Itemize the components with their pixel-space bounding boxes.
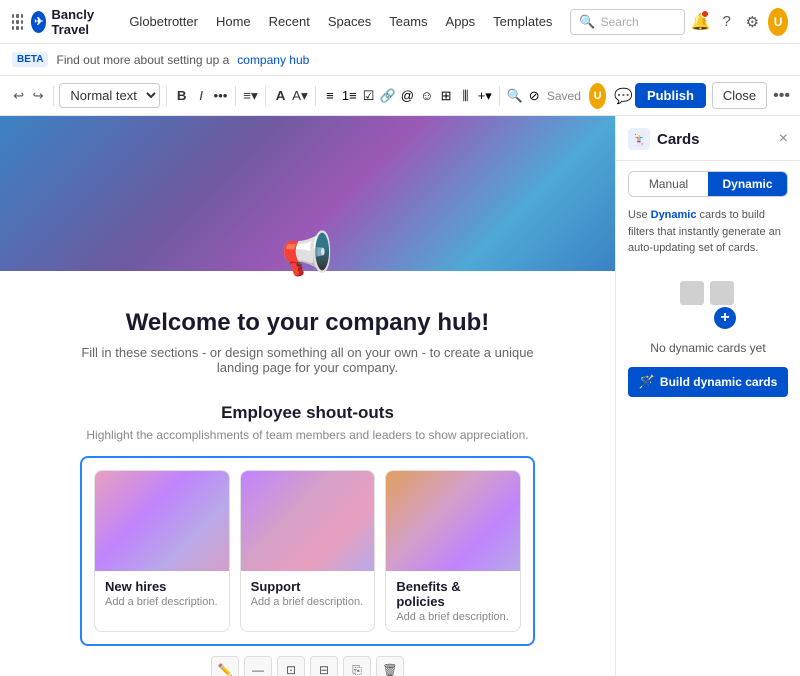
card-desc: Add a brief description. — [105, 596, 219, 608]
beta-bar: BETA Find out more about setting up a co… — [0, 44, 800, 76]
card-thumbnail-3 — [386, 471, 520, 571]
card-info: Benefits & policies Add a brief descript… — [386, 571, 520, 631]
manual-toggle[interactable]: Manual — [629, 172, 708, 196]
welcome-subtitle: Fill in these sections - or design somet… — [80, 345, 535, 375]
insert-more-button[interactable]: +▾ — [476, 83, 493, 109]
right-panel: 🃏 Cards × Manual Dynamic Use Dynamic car… — [615, 116, 800, 676]
panel-description: Use Dynamic cards to build filters that … — [616, 197, 800, 265]
shoutouts-subtitle: Highlight the accomplishments of team me… — [80, 428, 535, 442]
beta-text: Find out more about setting up a — [56, 53, 229, 67]
redo-button[interactable]: ↪ — [29, 83, 46, 109]
editor-toolbar: ↩ ↪ Normal text B I ••• ≡▾ A A▾ ≡ 1≡ ☑ 🔗… — [0, 76, 800, 116]
text-color-button[interactable]: A — [272, 83, 289, 109]
card-name: Benefits & policies — [396, 579, 510, 609]
card-edit-button[interactable]: ✏️ — [211, 656, 239, 676]
grid-menu[interactable] — [12, 14, 23, 30]
card-thumbnail-2 — [241, 471, 375, 571]
nav-spaces[interactable]: Spaces — [322, 10, 377, 33]
cards-grid: New hires Add a brief description. Suppo… — [94, 470, 521, 632]
nav-templates[interactable]: Templates — [487, 10, 558, 33]
text-style-select[interactable]: Normal text — [59, 83, 160, 108]
slash-button[interactable]: ⊘ — [526, 83, 543, 109]
card-style-button[interactable]: — — [244, 656, 272, 676]
editor-area: 📢 Welcome to your company hub! Fill in t… — [0, 116, 615, 676]
avatar[interactable]: U — [768, 8, 788, 36]
card-name: New hires — [105, 579, 219, 594]
notification-icon[interactable]: 🔔 — [691, 8, 711, 36]
no-cards-area: + No dynamic cards yet 🪄 Build dynamic c… — [616, 265, 800, 413]
top-nav: ✈ Bancly Travel Globetrotter Home Recent… — [0, 0, 800, 44]
card-grid-button[interactable]: ⊟ — [310, 656, 338, 676]
shoutouts-title: Employee shout-outs — [80, 403, 535, 423]
saved-label: Saved — [547, 89, 581, 103]
overflow-button[interactable]: ••• — [773, 87, 790, 105]
card-name: Support — [251, 579, 365, 594]
page-content: Welcome to your company hub! Fill in the… — [0, 271, 615, 676]
search-icon: 🔍 — [579, 14, 595, 30]
close-button[interactable]: Close — [712, 82, 767, 109]
publish-button[interactable]: Publish — [635, 83, 706, 108]
hero-section: 📢 — [0, 116, 615, 271]
help-icon[interactable]: ? — [717, 8, 737, 36]
dynamic-toggle[interactable]: Dynamic — [708, 172, 787, 196]
beta-badge: BETA — [12, 52, 48, 67]
main-layout: 📢 Welcome to your company hub! Fill in t… — [0, 116, 800, 676]
column-button[interactable]: ⫼ — [457, 83, 474, 109]
company-hub-link[interactable]: company hub — [237, 53, 309, 67]
hero-icon: 📢 — [281, 230, 333, 279]
nav-apps[interactable]: Apps — [440, 10, 482, 33]
undo-button[interactable]: ↩ — [10, 83, 27, 109]
bold-button[interactable]: B — [173, 83, 190, 109]
panel-icon: 🃏 — [628, 128, 650, 150]
logo[interactable]: ✈ Bancly Travel — [31, 7, 109, 37]
panel-desc-highlight: Dynamic — [651, 209, 697, 221]
no-cards-icon: + — [680, 281, 736, 329]
nav-home[interactable]: Home — [210, 10, 257, 33]
italic-button[interactable]: I — [192, 83, 209, 109]
card-info: New hires Add a brief description. — [95, 571, 229, 616]
panel-close-button[interactable]: × — [779, 131, 788, 147]
panel-title: Cards — [657, 131, 700, 148]
no-cards-text: No dynamic cards yet — [650, 341, 765, 355]
mention-button[interactable]: @ — [399, 83, 416, 109]
welcome-title: Welcome to your company hub! — [80, 309, 535, 337]
add-icon: + — [714, 307, 736, 329]
card-item[interactable]: New hires Add a brief description. — [94, 470, 230, 632]
card-delete-button[interactable]: 🗑 — [376, 656, 404, 676]
numbered-list-button[interactable]: 1≡ — [341, 83, 358, 109]
nav-globetrotter[interactable]: Globetrotter — [123, 10, 204, 33]
cards-container: New hires Add a brief description. Suppo… — [80, 456, 535, 646]
more-format-button[interactable]: ••• — [212, 83, 229, 109]
card-thumbnail-1 — [95, 471, 229, 571]
build-btn-label: Build dynamic cards — [660, 375, 777, 389]
wand-icon: 🪄 — [639, 374, 655, 390]
card-action-toolbar: ✏️ — ⊡ ⊟ ⎘ 🗑 — [80, 656, 535, 676]
card-copy-button[interactable]: ⎘ — [343, 656, 371, 676]
card-info: Support Add a brief description. — [241, 571, 375, 616]
build-dynamic-cards-button[interactable]: 🪄 Build dynamic cards — [628, 367, 788, 397]
search-placeholder: Search — [601, 15, 639, 29]
align-button[interactable]: ≡▾ — [242, 83, 259, 109]
card-desc: Add a brief description. — [396, 611, 510, 623]
table-button[interactable]: ⊞ — [437, 83, 454, 109]
nav-teams[interactable]: Teams — [383, 10, 433, 33]
panel-header: 🃏 Cards × — [616, 116, 800, 161]
task-list-button[interactable]: ☑ — [360, 83, 377, 109]
search-replace-button[interactable]: 🔍 — [506, 83, 523, 109]
search-bar[interactable]: 🔍 Search — [570, 9, 684, 35]
user-avatar-toolbar[interactable]: U — [589, 83, 606, 109]
emoji-button[interactable]: ☺ — [418, 83, 435, 109]
card-item[interactable]: Benefits & policies Add a brief descript… — [385, 470, 521, 632]
settings-icon[interactable]: ⚙ — [743, 8, 763, 36]
card-layout-button[interactable]: ⊡ — [277, 656, 305, 676]
bullet-list-button[interactable]: ≡ — [321, 83, 338, 109]
nav-recent[interactable]: Recent — [263, 10, 316, 33]
card-item[interactable]: Support Add a brief description. — [240, 470, 376, 632]
mode-toggle-group: Manual Dynamic — [628, 171, 788, 197]
comment-button[interactable]: 💬 — [614, 83, 633, 109]
link-button[interactable]: 🔗 — [379, 83, 396, 109]
text-highlight-button[interactable]: A▾ — [291, 83, 308, 109]
card-desc: Add a brief description. — [251, 596, 365, 608]
